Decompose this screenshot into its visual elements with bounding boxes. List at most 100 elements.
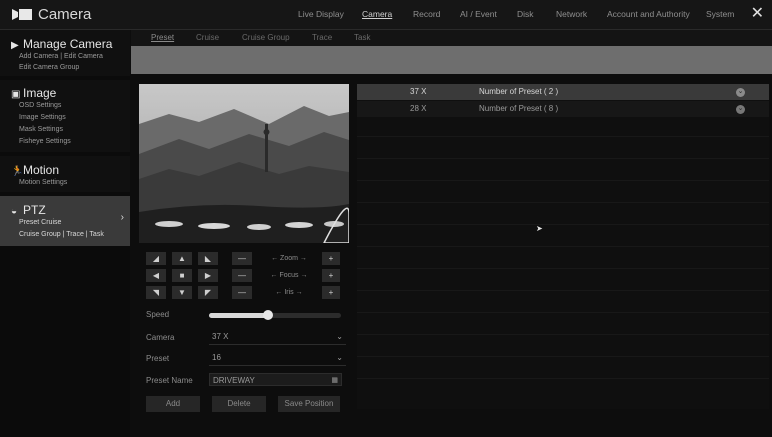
preset-field-label: Preset (146, 354, 170, 363)
pan-up-button[interactable]: ▲ (172, 252, 192, 265)
camera-name: 28 X (410, 104, 427, 113)
row-divider (357, 180, 769, 181)
focus-label: ← Focus → (270, 272, 308, 279)
tab-trace[interactable]: Trace (312, 30, 332, 46)
preset-count: Number of Preset ( 8 ) (479, 104, 559, 113)
monitor-icon: ▣ (11, 89, 21, 100)
focus-far-button[interactable]: + (322, 269, 340, 282)
running-figure-icon: 🏃 (11, 166, 24, 177)
row-divider (357, 158, 769, 159)
close-icon[interactable]: ✕ (751, 5, 764, 23)
list-item[interactable]: 37 X Number of Preset ( 2 ) ⌄ (357, 84, 769, 100)
tab-cruise-group[interactable]: Cruise Group (242, 30, 290, 46)
toolbar-strip (131, 46, 772, 74)
iris-label: ← Iris → (275, 289, 303, 296)
pan-right-button[interactable]: ▶ (198, 269, 218, 282)
app-title: Camera (38, 6, 92, 23)
speed-label: Speed (146, 310, 170, 319)
row-divider (357, 246, 769, 247)
camera-icon (12, 9, 32, 20)
menu-network[interactable]: Network (556, 0, 587, 29)
camera-small-icon: ▶ (11, 40, 19, 51)
menu-account-authority[interactable]: Account and Authority (607, 0, 690, 29)
row-divider (357, 378, 769, 379)
camera-name: 37 X (410, 87, 427, 96)
ptz-dome-icon: ◒ (11, 206, 18, 217)
chevron-down-icon: ⌄ (336, 353, 343, 362)
sidebar-item-osd-settings[interactable]: OSD Settings (19, 102, 61, 109)
speed-slider-fill (209, 313, 269, 318)
tab-task[interactable]: Task (354, 30, 370, 46)
pan-left-button[interactable]: ◀ (146, 269, 166, 282)
sidebar-item-mask-settings[interactable]: Mask Settings (19, 126, 63, 133)
sidebar-group-image: ▣ Image OSD Settings Image Settings Mask … (0, 80, 130, 152)
menu-system[interactable]: System (706, 0, 734, 29)
preset-count: Number of Preset ( 2 ) (479, 87, 559, 96)
chevron-right-icon: › (120, 212, 124, 223)
camera-live-preview (139, 84, 349, 243)
pan-down-left-button[interactable]: ◥ (146, 286, 166, 299)
preview-image (139, 84, 349, 243)
top-navigation-bar: Camera Live Display Camera Record AI / E… (0, 0, 772, 30)
sidebar-heading-manage-camera[interactable]: ▶ Manage Camera (11, 37, 112, 51)
sidebar-heading-image[interactable]: ▣ Image (11, 86, 56, 100)
preset-name-label: Preset Name (146, 376, 193, 385)
row-divider (357, 268, 769, 269)
pan-down-button[interactable]: ▼ (172, 286, 192, 299)
preset-list: 37 X Number of Preset ( 2 ) ⌄ 28 X Numbe… (357, 84, 769, 409)
sidebar-group-ptz: ◒ PTZ Preset Cruise Cruise Group | Trace … (0, 196, 130, 246)
row-divider (357, 224, 769, 225)
preset-select[interactable]: 16 ⌄ (209, 351, 346, 366)
menu-live-display[interactable]: Live Display (298, 0, 344, 29)
zoom-out-button[interactable]: — (232, 252, 252, 265)
menu-record[interactable]: Record (413, 0, 440, 29)
menu-camera[interactable]: Camera (362, 0, 392, 29)
camera-field-label: Camera (146, 333, 175, 342)
sidebar: ▶ Manage Camera Add Camera | Edit Camera … (0, 30, 130, 437)
sidebar-group-motion: 🏃Motion Motion Settings (0, 156, 130, 192)
zoom-in-button[interactable]: + (322, 252, 340, 265)
ptz-tab-bar: Preset Cruise Cruise Group Trace Task (131, 30, 772, 46)
tab-cruise[interactable]: Cruise (196, 30, 219, 46)
row-divider (357, 312, 769, 313)
save-position-button[interactable]: Save Position (278, 396, 340, 412)
focus-near-button[interactable]: — (232, 269, 252, 282)
expand-chevron-icon[interactable]: ⌄ (736, 88, 745, 97)
delete-button[interactable]: Delete (212, 396, 266, 412)
sidebar-item-add-edit-camera[interactable]: Add Camera | Edit Camera (19, 53, 103, 60)
sidebar-item-fisheye-settings[interactable]: Fisheye Settings (19, 138, 71, 145)
menu-ai-event[interactable]: AI / Event (460, 0, 497, 29)
sidebar-item-cruise-group-trace-task[interactable]: Cruise Group | Trace | Task (19, 231, 104, 238)
camera-select[interactable]: 37 X ⌄ (209, 330, 346, 345)
sidebar-item-edit-camera-group[interactable]: Edit Camera Group (19, 64, 79, 71)
iris-open-button[interactable]: + (322, 286, 340, 299)
speed-slider-track[interactable] (209, 310, 341, 320)
row-divider (357, 136, 769, 137)
speed-slider-handle[interactable] (263, 310, 274, 320)
sidebar-item-preset-cruise[interactable]: Preset Cruise (19, 219, 61, 226)
row-divider (357, 334, 769, 335)
stop-button[interactable]: ■ (172, 269, 192, 282)
chevron-down-icon: ⌄ (336, 332, 343, 341)
iris-close-button[interactable]: — (232, 286, 252, 299)
expand-chevron-icon[interactable]: ⌄ (736, 105, 745, 114)
sidebar-item-image-settings[interactable]: Image Settings (19, 114, 66, 121)
sidebar-item-motion-settings[interactable]: Motion Settings (19, 179, 67, 186)
sidebar-heading-motion[interactable]: 🏃Motion (11, 163, 59, 177)
sidebar-group-manage-camera: ▶ Manage Camera Add Camera | Edit Camera … (0, 30, 130, 76)
zoom-label: ← Zoom → (271, 255, 307, 262)
list-item[interactable]: 28 X Number of Preset ( 8 ) ⌄ (357, 101, 769, 117)
row-divider (357, 290, 769, 291)
keyboard-icon[interactable]: ▦ (331, 374, 338, 387)
preset-name-input[interactable]: DRIVEWAY ▦ (209, 373, 342, 386)
row-divider (357, 356, 769, 357)
mouse-cursor-icon: ➤ (536, 224, 543, 233)
tab-preset[interactable]: Preset (151, 30, 174, 46)
pan-up-right-button[interactable]: ◣ (198, 252, 218, 265)
row-divider (357, 202, 769, 203)
sidebar-heading-ptz[interactable]: ◒ PTZ (11, 203, 46, 217)
menu-disk[interactable]: Disk (517, 0, 534, 29)
pan-up-left-button[interactable]: ◢ (146, 252, 166, 265)
pan-down-right-button[interactable]: ◤ (198, 286, 218, 299)
add-button[interactable]: Add (146, 396, 200, 412)
